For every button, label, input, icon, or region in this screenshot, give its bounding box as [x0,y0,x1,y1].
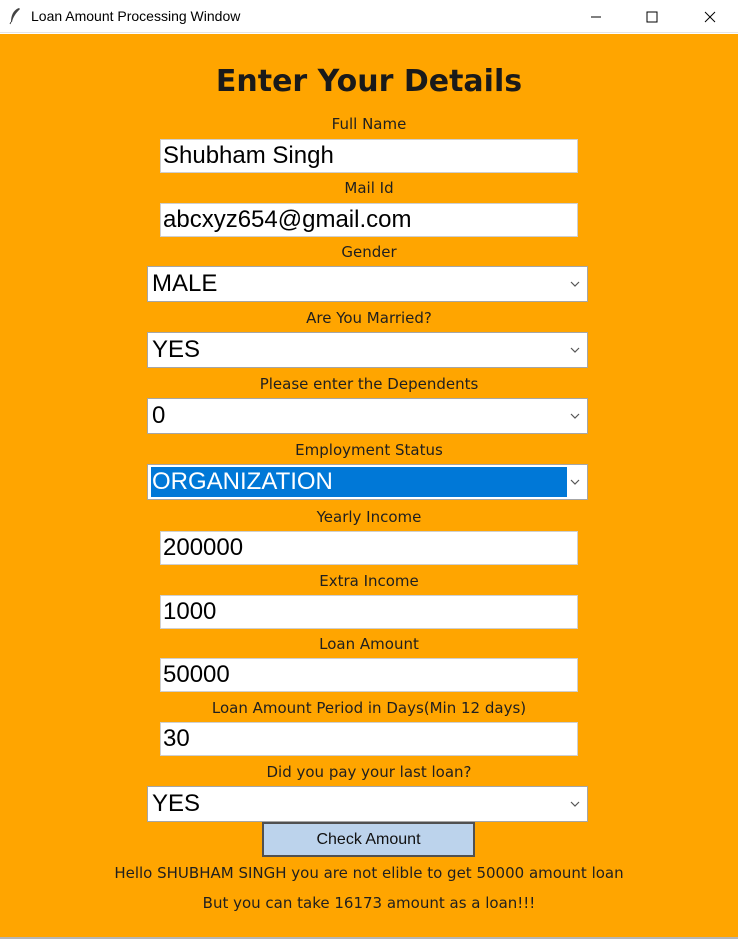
married-label: Are You Married? [306,309,432,327]
title-bar: Loan Amount Processing Window [0,0,738,33]
yearly-income-input[interactable]: 200000 [160,531,578,565]
mail-id-label: Mail Id [344,179,394,197]
maximize-button[interactable] [624,0,680,33]
gender-label: Gender [341,243,397,261]
loan-amount-label: Loan Amount [319,635,419,653]
loan-period-label: Loan Amount Period in Days(Min 12 days) [211,699,527,717]
extra-income-label: Extra Income [319,572,419,590]
chevron-down-icon[interactable] [569,278,581,290]
minimize-icon [591,16,601,17]
loan-period-input[interactable]: 30 [160,722,578,756]
check-amount-button[interactable]: Check Amount [262,822,475,857]
close-button[interactable] [682,0,738,33]
feather-icon [8,7,22,25]
dependents-label: Please enter the Dependents [259,375,479,393]
last-loan-select[interactable]: YES [147,786,588,822]
gender-select[interactable]: MALE [147,266,588,302]
mail-id-input[interactable]: abcxyz654@gmail.com [160,203,578,237]
employment-select[interactable]: ORGANIZATION [147,464,588,500]
loan-amount-input[interactable]: 50000 [160,658,578,692]
chevron-down-icon[interactable] [569,344,581,356]
married-select[interactable]: YES [147,332,588,368]
minimize-button[interactable] [568,0,624,33]
last-loan-value: YES [152,790,201,817]
close-icon [704,11,716,22]
result-offer: But you can take 16173 amount as a loan!… [202,894,536,912]
maximize-icon [646,11,658,22]
dependents-value: 0 [152,402,166,429]
dependents-select[interactable]: 0 [147,398,588,434]
married-value: YES [152,336,201,363]
last-loan-label: Did you pay your last loan? [266,763,472,781]
extra-income-input[interactable]: 1000 [160,595,578,629]
chevron-down-icon[interactable] [569,476,581,488]
page-title: Enter Your Details [215,64,523,99]
employment-label: Employment Status [295,441,443,459]
window-title: Loan Amount Processing Window [31,8,241,24]
yearly-income-label: Yearly Income [316,508,422,526]
full-name-label: Full Name [331,115,407,133]
chevron-down-icon[interactable] [569,798,581,810]
result-message: Hello SHUBHAM SINGH you are not elible t… [114,864,624,882]
gender-value: MALE [152,270,218,297]
chevron-down-icon[interactable] [569,410,581,422]
employment-value: ORGANIZATION [151,467,567,497]
full-name-input[interactable]: Shubham Singh [160,139,578,173]
